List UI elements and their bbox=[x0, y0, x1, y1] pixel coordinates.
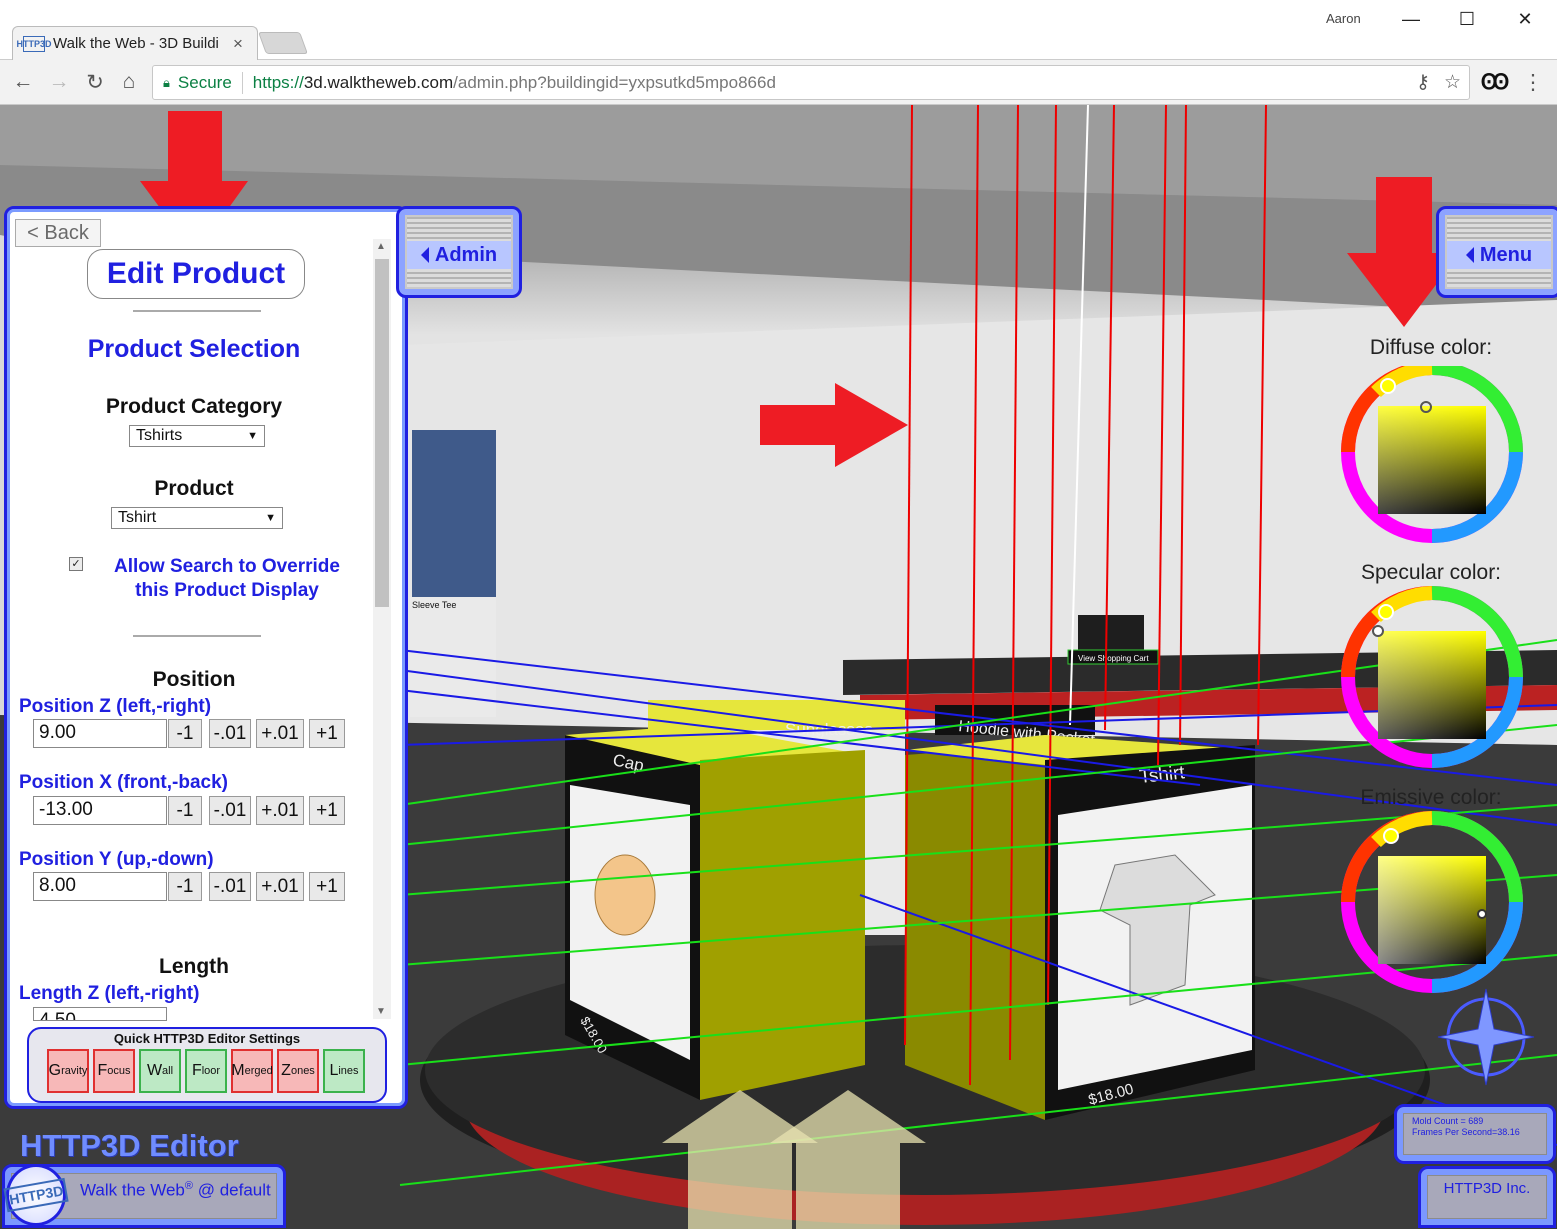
lines-toggle[interactable]: Lines bbox=[323, 1049, 365, 1093]
http3d-logo[interactable]: HTTP3D bbox=[3, 1164, 69, 1226]
product-category-select[interactable]: Tshirts ▼ bbox=[129, 425, 265, 447]
product-selection-heading: Product Selection bbox=[87, 335, 301, 363]
position-heading: Position bbox=[152, 668, 236, 691]
company-label: HTTP3D Inc. bbox=[1427, 1175, 1547, 1219]
address-bar[interactable]: 🔒︎ Secure https://3d.walktheweb.com/admi… bbox=[152, 65, 1470, 100]
position-z-label: Position Z (left,-right) bbox=[19, 696, 212, 717]
product-select[interactable]: Tshirt ▼ bbox=[111, 507, 283, 529]
position-x-minus-01-button[interactable]: -.01 bbox=[209, 796, 251, 825]
admin-handle[interactable]: Admin bbox=[396, 206, 522, 298]
edit-product-title: Edit Product bbox=[87, 249, 305, 299]
profile-name[interactable]: Aaron bbox=[1326, 11, 1361, 26]
position-y-label: Position Y (up,-down) bbox=[19, 849, 214, 870]
position-y-plus-1-button[interactable]: +1 bbox=[309, 872, 345, 901]
scrollbar-thumb[interactable] bbox=[375, 259, 389, 607]
walk-the-web-label: Walk the Web® @ default bbox=[80, 1180, 271, 1200]
diffuse-color-wheel[interactable] bbox=[1341, 366, 1523, 543]
wall-toggle[interactable]: Wall bbox=[139, 1049, 181, 1093]
url-protocol: https:// bbox=[252, 72, 304, 92]
focus-toggle[interactable]: Focus bbox=[93, 1049, 135, 1093]
company-box[interactable]: HTTP3D Inc. bbox=[1418, 1166, 1556, 1228]
divider bbox=[133, 310, 261, 312]
zones-toggle[interactable]: Zones bbox=[277, 1049, 319, 1093]
back-arrow-icon[interactable]: ← bbox=[10, 69, 36, 95]
dropdown-caret-icon: ▼ bbox=[265, 512, 276, 524]
forward-arrow-icon[interactable]: → bbox=[46, 69, 72, 95]
position-x-input[interactable]: -13.00 bbox=[33, 796, 167, 825]
admin-label: Admin bbox=[434, 243, 498, 266]
extension-icon[interactable]: Ꙭ bbox=[1481, 69, 1510, 95]
length-heading: Length bbox=[159, 955, 229, 978]
divider bbox=[133, 635, 261, 637]
length-z-label: Length Z (left,-right) bbox=[19, 983, 200, 1004]
scroll-down-icon[interactable]: ▼ bbox=[376, 1006, 386, 1017]
product-category-label: Product Category bbox=[105, 395, 283, 418]
floor-toggle[interactable]: Floor bbox=[185, 1049, 227, 1093]
position-z-input[interactable]: 9.00 bbox=[33, 719, 167, 748]
back-button[interactable]: < Back bbox=[15, 219, 101, 247]
position-y-plus-01-button[interactable]: +.01 bbox=[256, 872, 304, 901]
edit-product-panel: < Back ▲ ▼ Edit Product Product Selectio… bbox=[4, 206, 408, 1109]
triangle-left-icon bbox=[420, 247, 429, 263]
diffuse-color-label: Diffuse color: bbox=[1369, 336, 1493, 359]
home-icon[interactable]: ⌂ bbox=[116, 69, 142, 95]
star-icon[interactable]: ☆ bbox=[1444, 71, 1461, 94]
tab-favicon-icon: HTTP3D bbox=[17, 35, 52, 52]
quick-settings-box: Quick HTTP3D Editor Settings Gravity Foc… bbox=[27, 1027, 387, 1103]
tab-title: Walk the Web - 3D Buildi bbox=[53, 35, 219, 52]
position-y-minus-01-button[interactable]: -.01 bbox=[209, 872, 251, 901]
position-z-plus-01-button[interactable]: +.01 bbox=[256, 719, 304, 748]
product-label: Product bbox=[154, 477, 234, 500]
product-value: Tshirt bbox=[118, 509, 157, 526]
scroll-up-icon[interactable]: ▲ bbox=[376, 241, 386, 252]
reload-icon[interactable]: ↻ bbox=[82, 69, 108, 95]
position-z-minus-1-button[interactable]: -1 bbox=[168, 719, 202, 748]
position-x-label: Position X (front,-back) bbox=[19, 772, 228, 793]
color-picker-wheels[interactable] bbox=[1336, 366, 1528, 1006]
minimize-icon[interactable]: — bbox=[1400, 8, 1422, 30]
position-z-minus-01-button[interactable]: -.01 bbox=[209, 719, 251, 748]
more-menu-icon[interactable]: ⋮ bbox=[1520, 69, 1546, 95]
product-category-value: Tshirts bbox=[136, 427, 183, 444]
allow-search-checkbox[interactable]: ✓ bbox=[69, 557, 83, 571]
red-arrow-right bbox=[760, 383, 908, 467]
browser-tab[interactable]: HTTP3D Walk the Web - 3D Buildi × bbox=[12, 26, 258, 60]
url-host: 3d.walktheweb.com bbox=[303, 72, 454, 92]
omnibox-divider bbox=[241, 71, 243, 94]
position-y-input[interactable]: 8.00 bbox=[33, 872, 167, 901]
gravity-toggle[interactable]: Gravity bbox=[47, 1049, 89, 1093]
stats-box: Mold Count = 689 Frames Per Second=38.16 bbox=[1394, 1104, 1556, 1164]
http3d-editor-title: HTTP3D Editor bbox=[20, 1128, 239, 1163]
browser-navbar: ← → ↻ ⌂ 🔒︎ Secure https://3d.walktheweb.… bbox=[0, 60, 1557, 105]
triangle-left-icon bbox=[1465, 247, 1474, 263]
position-y-minus-1-button[interactable]: -1 bbox=[168, 872, 202, 901]
position-x-minus-1-button[interactable]: -1 bbox=[168, 796, 202, 825]
url-path: /admin.php?buildingid=yxpsutkd5mpo866d bbox=[453, 72, 776, 92]
lock-icon: 🔒︎ bbox=[163, 74, 170, 90]
specular-color-wheel[interactable] bbox=[1341, 586, 1523, 768]
mold-count: Mold Count = 689 bbox=[1412, 1116, 1484, 1126]
maximize-icon[interactable]: ☐ bbox=[1456, 8, 1478, 30]
position-x-plus-1-button[interactable]: +1 bbox=[309, 796, 345, 825]
tab-close-icon[interactable]: × bbox=[229, 34, 247, 54]
merged-toggle[interactable]: Merged bbox=[231, 1049, 273, 1093]
menu-handle[interactable]: Menu bbox=[1436, 206, 1557, 298]
key-icon[interactable]: ⚷ bbox=[1416, 71, 1430, 94]
close-window-icon[interactable]: ✕ bbox=[1514, 8, 1536, 30]
position-x-plus-01-button[interactable]: +.01 bbox=[256, 796, 304, 825]
menu-label: Menu bbox=[1479, 243, 1533, 266]
allow-search-label[interactable]: Allow Search to Override this Product Di… bbox=[99, 555, 355, 603]
position-z-plus-1-button[interactable]: +1 bbox=[309, 719, 345, 748]
logo-text: HTTP3D bbox=[3, 1177, 69, 1213]
frames-per-second: Frames Per Second=38.16 bbox=[1412, 1127, 1520, 1137]
emissive-color-wheel[interactable] bbox=[1341, 811, 1523, 993]
secure-label: Secure bbox=[177, 72, 232, 92]
dropdown-caret-icon: ▼ bbox=[247, 430, 258, 442]
new-tab-button[interactable] bbox=[257, 32, 309, 54]
quick-settings-title: Quick HTTP3D Editor Settings bbox=[113, 1031, 301, 1046]
browser-titlebar: HTTP3D Walk the Web - 3D Buildi × Aaron … bbox=[0, 0, 1557, 60]
length-z-input[interactable]: 4.50 bbox=[33, 1007, 167, 1021]
